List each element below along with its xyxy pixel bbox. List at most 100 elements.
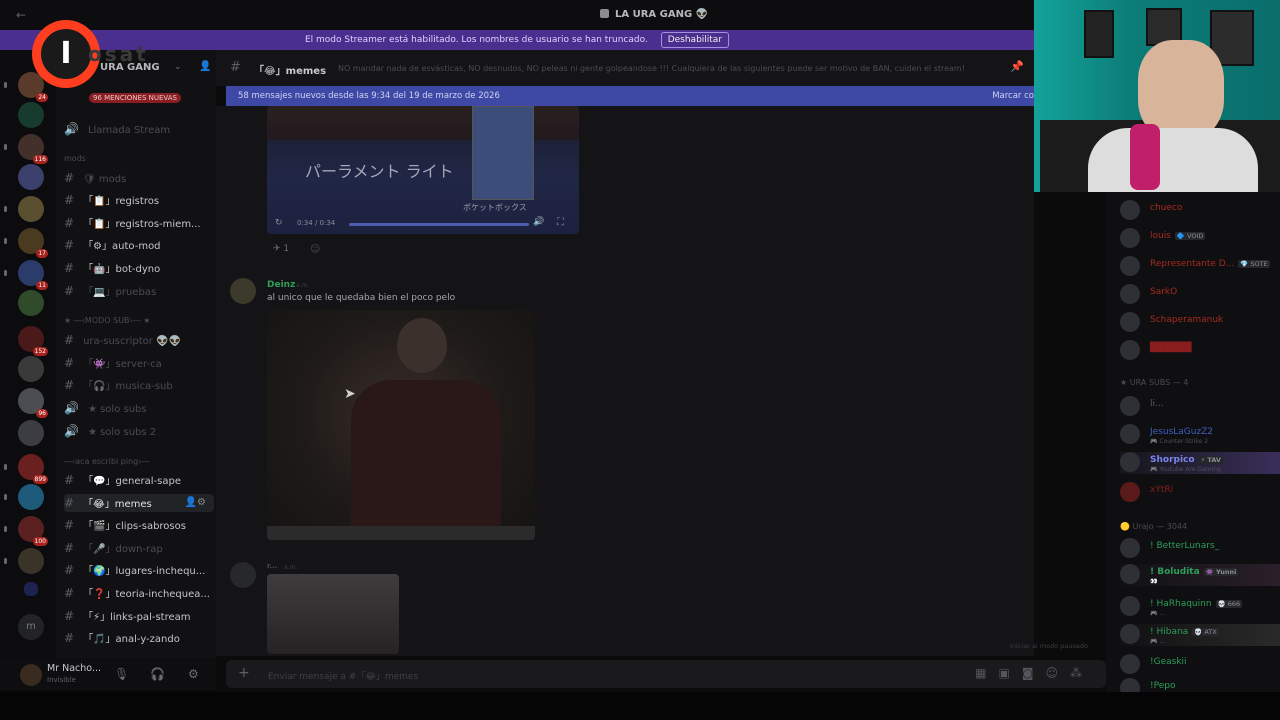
avatar[interactable] (230, 562, 256, 588)
volume-icon[interactable]: 🔊 (533, 217, 544, 227)
channel-ura-suscriptor[interactable]: # ura-suscriptor 👽👽 (64, 331, 214, 349)
member-item[interactable]: li... (1120, 396, 1280, 418)
channel-teoria[interactable]: # 「❓」teoria-inchequea... (64, 584, 214, 602)
server-icon[interactable] (18, 102, 44, 128)
channel-server-ca[interactable]: # 「👾」server-ca (64, 354, 214, 372)
video-time: 0:34 / 0:34 (297, 219, 336, 227)
hash-icon: # (64, 378, 75, 392)
server-icon[interactable]: 11 (4, 260, 48, 290)
channel-memes[interactable]: # 「😂」memes 👤⚙ (64, 494, 214, 512)
channel-links-pal-stream[interactable]: # 「⚡」links-pal-stream (64, 607, 214, 625)
server-icon[interactable]: 17 (4, 228, 48, 258)
channel-anal-y-zando[interactable]: # 「🎵」anal-y-zando (64, 629, 214, 647)
hash-icon: # (64, 333, 75, 347)
chevron-down-icon[interactable]: ⌄ (174, 62, 182, 72)
server-icon[interactable]: 116 (4, 134, 48, 164)
image-attachment[interactable] (267, 310, 535, 540)
category-mods[interactable]: mods (64, 154, 86, 163)
member-item[interactable]: louis 🔷 VOID (1120, 228, 1280, 250)
window-title: LA URA GANG 👽 (600, 9, 708, 20)
channel-registros-miembros[interactable]: # 「📋」registros-miem... (64, 214, 214, 232)
message-composer[interactable]: + Enviar mensaje a #「😂」memes ▦▣◙☺⁂ (226, 660, 1106, 688)
channel-musica-sub[interactable]: # 「🎧」musica-sub (64, 376, 214, 394)
channel-mods[interactable]: # 🛡 mods (64, 169, 214, 187)
add-attachment-icon[interactable]: + (238, 665, 250, 681)
channel-lugares[interactable]: # 「🌍」lugares-inchequ... (64, 561, 214, 579)
username[interactable]: Mr Nacho... (47, 663, 101, 674)
channel-pruebas[interactable]: # 「💻」pruebas (64, 282, 214, 300)
server-icon[interactable] (18, 164, 44, 190)
category-aca-escribi[interactable]: ―‹aca escribi ping›― (64, 457, 149, 466)
message-author[interactable]: r... (267, 562, 277, 570)
member-item[interactable]: ! Hibana 💀 ATX 🎮 ... (1120, 624, 1280, 646)
fullscreen-icon[interactable]: ⛶ (557, 217, 564, 228)
server-icon[interactable] (18, 356, 44, 382)
new-mentions-badge[interactable]: 96 MENCIONES NUEVAS (89, 93, 181, 103)
microphone-icon[interactable]: 🎙 (114, 667, 129, 681)
member-item[interactable]: Representante D... 💎 SOTE (1120, 256, 1280, 278)
member-item[interactable]: Schaperamanuk (1120, 312, 1280, 334)
wall-poster (1084, 10, 1114, 58)
channel-general-sape[interactable]: # 「💬」general-sape (64, 471, 214, 489)
gear-icon[interactable]: ⚙ (188, 667, 199, 681)
server-icon[interactable]: m (18, 614, 44, 640)
microphone-icon (1130, 124, 1160, 190)
member-item[interactable]: ██████ (1120, 340, 1280, 362)
channel-bot-dyno[interactable]: # 「🤖」bot-dyno (64, 259, 214, 277)
replay-icon[interactable]: ↻ (275, 218, 283, 228)
server-icon[interactable] (4, 484, 44, 510)
voice-channel-solo-subs-2[interactable]: 🔊 ★ solo subs 2 (64, 422, 214, 440)
avatar[interactable] (230, 278, 256, 304)
hash-icon: # (230, 60, 241, 75)
channel-registros[interactable]: # 「📋」registros (64, 191, 214, 209)
hash-icon: # (64, 356, 75, 370)
category-modo-sub[interactable]: ★ ―‹MODO SUB›― ★ (64, 316, 150, 325)
composer-tools-icons[interactable]: ▦▣◙☺⁂ (975, 666, 1094, 680)
voice-channel-solo-subs[interactable]: 🔊 ★ solo subs (64, 399, 214, 417)
member-item[interactable]: ! HaRhaquinn 💀 666 🎮 ... (1120, 596, 1280, 618)
pin-icon[interactable]: 📌 (1010, 60, 1024, 73)
member-category-urajos: 🟡 Urajo — 3044 (1120, 522, 1188, 531)
mark-read-button[interactable]: Marcar co (992, 86, 1034, 106)
channel-auto-mod[interactable]: # 「⚙」auto-mod (64, 236, 214, 254)
user-status: Invisible (47, 676, 76, 684)
voice-channel[interactable]: 🔊 Llamada Stream (64, 120, 214, 138)
member-item[interactable]: !Geaskii (1120, 654, 1280, 676)
member-item[interactable]: xYtRi (1120, 482, 1280, 504)
message-author[interactable]: Deinz (267, 280, 295, 290)
channel-topic[interactable]: NO mandar nada de esvásticas, NO desnudo… (338, 64, 965, 73)
server-icon[interactable]: 96 (18, 388, 48, 418)
video-progress[interactable] (349, 223, 529, 226)
member-item[interactable]: JesusLaGuzZ2 🎮 Counter-Strike 2 (1120, 424, 1280, 446)
image-attachment[interactable] (267, 574, 399, 654)
add-reaction-icon[interactable]: ☺ (310, 244, 320, 255)
hash-icon: # (64, 541, 75, 555)
add-member-icon[interactable]: 👤 (199, 61, 211, 72)
server-icon[interactable]: 152 (18, 326, 48, 356)
server-icon[interactable] (18, 420, 44, 446)
server-icon[interactable]: 899 (4, 454, 48, 484)
member-item[interactable]: chueco (1120, 200, 1280, 222)
video-jp-title: パーラメント ライト (305, 162, 454, 181)
server-icon[interactable] (18, 290, 44, 316)
channel-title: 「😂」memes (254, 66, 327, 77)
member-item[interactable]: Shorpico ⚡ TAV 🎮 Youtube Are Gaming (1120, 452, 1280, 474)
reaction-airplane[interactable]: ✈ 1 (273, 244, 289, 254)
new-messages-bar[interactable]: 58 mensajes nuevos desde las 9:34 del 19… (226, 86, 1034, 106)
headphones-icon[interactable]: 🎧 (150, 667, 165, 681)
folder-icon[interactable] (24, 582, 38, 596)
settings-icon[interactable]: 👤⚙ (185, 494, 206, 512)
channel-down-rap[interactable]: # 「🎤」down-rap (64, 539, 214, 557)
back-arrow-icon[interactable]: ← (16, 8, 26, 22)
avatar[interactable] (20, 664, 42, 686)
member-item[interactable]: SarkO (1120, 284, 1280, 306)
member-item[interactable]: ! BetterLunars_ (1120, 538, 1280, 560)
channel-clips-sabrosos[interactable]: # 「🎬」clips-sabrosos (64, 516, 214, 534)
disable-streamer-button[interactable]: Deshabilitar (660, 32, 730, 48)
video-embed[interactable]: パーラメント ライト ポケットボックス ↻ 0:34 / 0:34 🔊 ⛶ (267, 106, 579, 234)
server-icon[interactable] (4, 196, 44, 222)
server-icon[interactable]: 100 (4, 516, 48, 546)
message-input[interactable]: Enviar mensaje a #「😂」memes (268, 669, 418, 682)
server-icon[interactable] (4, 548, 44, 574)
member-item[interactable]: ! Boludita 👾 Yunni 👀 (1120, 564, 1280, 586)
